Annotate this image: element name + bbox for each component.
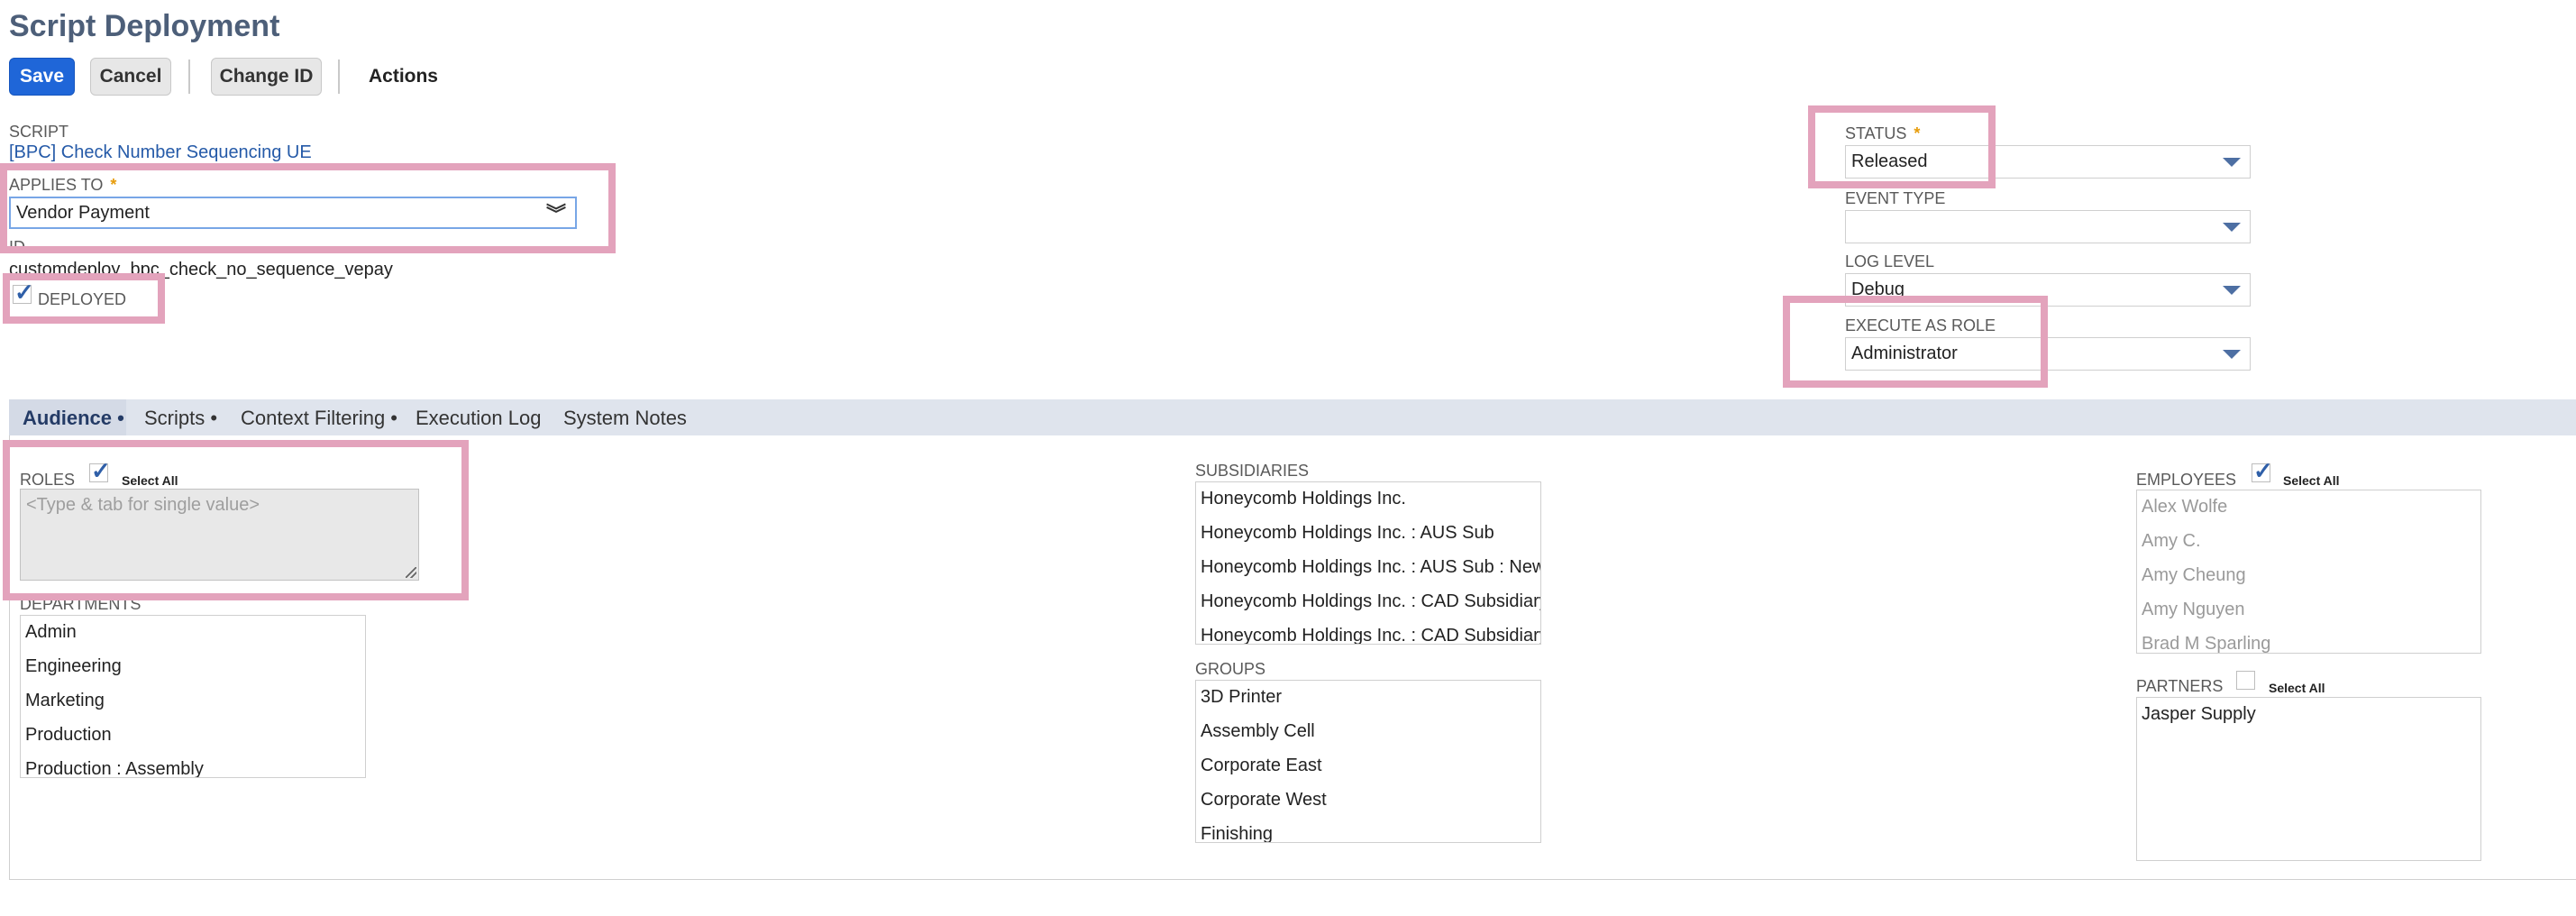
double-chevron-down-icon: ︾ [545, 203, 566, 225]
tab-context-filtering[interactable]: Context Filtering • [241, 407, 397, 430]
deployed-label: DEPLOYED [38, 290, 127, 308]
list-item[interactable]: Brad M Sparling [2142, 634, 2270, 653]
list-item[interactable]: Corporate East [1201, 756, 1322, 776]
partners-list[interactable]: Jasper Supply [2136, 697, 2481, 861]
employees-select-all-label: Select All [2283, 473, 2340, 488]
status-select[interactable]: Released [1845, 145, 2251, 179]
roles-input[interactable]: <Type & tab for single value> [20, 489, 419, 581]
list-item[interactable]: Production [25, 725, 112, 746]
list-item[interactable]: Corporate West [1201, 790, 1327, 811]
cancel-button[interactable]: Cancel [90, 58, 171, 96]
checkmark-icon: ✓ [2253, 457, 2273, 484]
log-level-value: Debug [1851, 279, 1905, 299]
resize-handle-icon[interactable] [406, 567, 416, 578]
groups-list[interactable]: 3D Printer Assembly Cell Corporate East … [1195, 680, 1541, 843]
departments-label: DEPARTMENTS [20, 595, 142, 613]
status-value: Released [1851, 151, 1928, 171]
tab-scripts[interactable]: Scripts • [144, 407, 217, 430]
script-link[interactable]: [BPC] Check Number Sequencing UE [9, 142, 312, 163]
toolbar-divider [188, 60, 190, 94]
employees-label: EMPLOYEES [2136, 471, 2237, 489]
partners-select-all-label: Select All [2269, 681, 2325, 695]
list-item[interactable]: Honeycomb Holdings Inc. : CAD Subsidiary [1201, 591, 1540, 612]
deployed-checkbox[interactable]: ✓ [13, 280, 34, 304]
log-level-label: LOG LEVEL [1845, 252, 1935, 270]
list-item[interactable]: Honeycomb Holdings Inc. : AUS Sub [1201, 523, 1494, 544]
actions-menu[interactable]: Actions [356, 58, 451, 96]
caret-down-icon [2223, 158, 2241, 167]
list-item[interactable]: Amy Cheung [2142, 565, 2246, 586]
checkmark-icon: ✓ [91, 457, 111, 484]
list-item[interactable]: Marketing [25, 691, 105, 711]
tab-audience[interactable]: Audience • [23, 407, 124, 430]
list-item[interactable]: Amy C. [2142, 531, 2201, 552]
log-level-select[interactable]: Debug [1845, 273, 2251, 307]
list-item[interactable]: Finishing [1201, 824, 1273, 842]
applies-to-value: Vendor Payment [16, 202, 150, 223]
id-label: ID [9, 238, 25, 256]
list-item[interactable]: Engineering [25, 656, 122, 677]
applies-to-label: APPLIES TO * [9, 176, 117, 194]
execute-as-role-select[interactable]: Administrator [1845, 337, 2251, 371]
page-title: Script Deployment [9, 9, 280, 43]
subsidiaries-label: SUBSIDIARIES [1195, 462, 1310, 480]
list-item[interactable]: Admin [25, 622, 77, 643]
event-type-select[interactable] [1845, 210, 2251, 243]
tab-system-notes[interactable]: System Notes [563, 407, 687, 430]
employees-select-all-checkbox[interactable]: ✓ [2252, 459, 2273, 482]
execute-as-role-value: Administrator [1851, 344, 1958, 363]
list-item[interactable]: Amy Nguyen [2142, 600, 2245, 620]
groups-label: GROUPS [1195, 660, 1266, 678]
execute-as-role-label: EXECUTE AS ROLE [1845, 316, 1996, 334]
caret-down-icon [2223, 286, 2241, 295]
roles-placeholder: <Type & tab for single value> [26, 495, 260, 515]
script-label: SCRIPT [9, 123, 69, 141]
departments-list[interactable]: Admin Engineering Marketing Production P… [20, 615, 366, 778]
event-type-label: EVENT TYPE [1845, 189, 1946, 207]
list-item[interactable]: Production : Assembly [25, 759, 204, 777]
list-item[interactable]: Honeycomb Holdings Inc. : CAD Subsidiary [1201, 626, 1540, 644]
applies-to-select[interactable]: Vendor Payment ︾ [9, 197, 577, 229]
subtab-bar: Audience • Scripts • Context Filtering •… [9, 399, 2576, 435]
list-item[interactable]: Assembly Cell [1201, 721, 1315, 742]
list-item[interactable]: 3D Printer [1201, 687, 1282, 708]
change-id-button[interactable]: Change ID [211, 58, 322, 96]
caret-down-icon [2223, 223, 2241, 232]
required-marker: * [1914, 124, 1921, 142]
list-item[interactable]: Jasper Supply [2142, 704, 2256, 725]
tab-execution-log[interactable]: Execution Log [416, 407, 541, 430]
required-marker: * [110, 176, 117, 194]
caret-down-icon [2223, 350, 2241, 359]
roles-select-all-label: Select All [122, 473, 178, 488]
checkmark-icon: ✓ [14, 279, 34, 306]
save-button[interactable]: Save [9, 58, 75, 96]
partners-label: PARTNERS [2136, 677, 2224, 695]
id-value: customdeploy_bpc_check_no_sequence_vepay [9, 260, 393, 279]
status-label: STATUS * [1845, 124, 1921, 142]
list-item[interactable]: Honeycomb Holdings Inc. : AUS Sub : New [1201, 557, 1540, 578]
list-item[interactable]: Alex Wolfe [2142, 497, 2227, 518]
partners-select-all-checkbox[interactable] [2236, 671, 2255, 690]
subsidiaries-list[interactable]: Honeycomb Holdings Inc. Honeycomb Holdin… [1195, 481, 1541, 645]
list-item[interactable]: Honeycomb Holdings Inc. [1201, 489, 1406, 509]
toolbar-divider [338, 60, 340, 94]
roles-label: ROLES [20, 471, 76, 489]
employees-list[interactable]: Alex Wolfe Amy C. Amy Cheung Amy Nguyen … [2136, 490, 2481, 654]
roles-select-all-checkbox[interactable]: ✓ [89, 459, 111, 482]
